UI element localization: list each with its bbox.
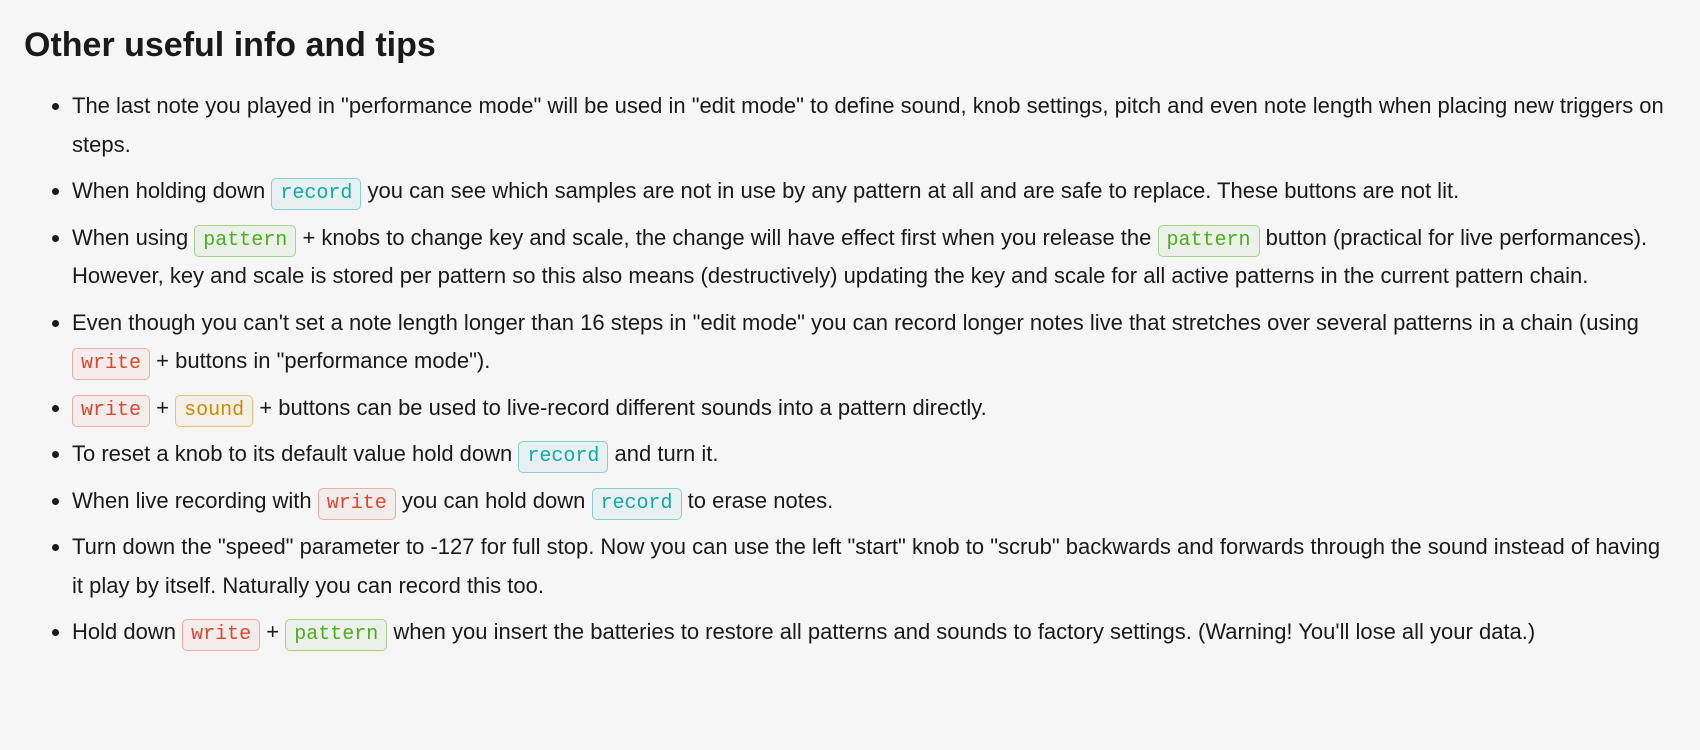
key-record: record [592, 488, 682, 520]
tip-text: Hold down [72, 619, 182, 644]
section-heading: Other useful info and tips [24, 20, 1676, 71]
tip-text: When holding down [72, 178, 271, 203]
list-item: When using pattern + knobs to change key… [72, 219, 1676, 296]
tip-text: you can see which samples are not in use… [368, 178, 1460, 203]
tip-text: + [156, 395, 175, 420]
list-item: Turn down the "speed" parameter to -127 … [72, 528, 1676, 605]
key-sound: sound [175, 395, 253, 427]
tip-text: and turn it. [615, 441, 719, 466]
tip-text: to erase notes. [688, 488, 834, 513]
tip-text: + [266, 619, 285, 644]
tip-text: you can hold down [402, 488, 592, 513]
list-item: To reset a knob to its default value hol… [72, 435, 1676, 474]
key-record: record [271, 178, 361, 210]
tip-text: To reset a knob to its default value hol… [72, 441, 518, 466]
key-write: write [182, 619, 260, 651]
list-item: When live recording with write you can h… [72, 482, 1676, 521]
tip-text: Even though you can't set a note length … [72, 310, 1639, 335]
key-pattern: pattern [194, 225, 296, 257]
tip-text: + buttons can be used to live-record dif… [259, 395, 986, 420]
key-write: write [72, 395, 150, 427]
key-record: record [518, 441, 608, 473]
tip-text: When live recording with [72, 488, 318, 513]
key-pattern: pattern [285, 619, 387, 651]
list-item: Hold down write + pattern when you inser… [72, 613, 1676, 652]
list-item: write + sound + buttons can be used to l… [72, 389, 1676, 428]
tip-text: When using [72, 225, 194, 250]
tip-text: Turn down the "speed" parameter to -127 … [72, 534, 1660, 598]
tip-text: + knobs to change key and scale, the cha… [302, 225, 1157, 250]
list-item: When holding down record you can see whi… [72, 172, 1676, 211]
tip-text: when you insert the batteries to restore… [393, 619, 1535, 644]
key-write: write [72, 348, 150, 380]
tip-text: The last note you played in "performance… [72, 93, 1664, 157]
tips-list: The last note you played in "performance… [24, 87, 1676, 652]
list-item: The last note you played in "performance… [72, 87, 1676, 164]
key-write: write [318, 488, 396, 520]
key-pattern: pattern [1158, 225, 1260, 257]
tip-text: + buttons in "performance mode"). [156, 348, 490, 373]
list-item: Even though you can't set a note length … [72, 304, 1676, 381]
